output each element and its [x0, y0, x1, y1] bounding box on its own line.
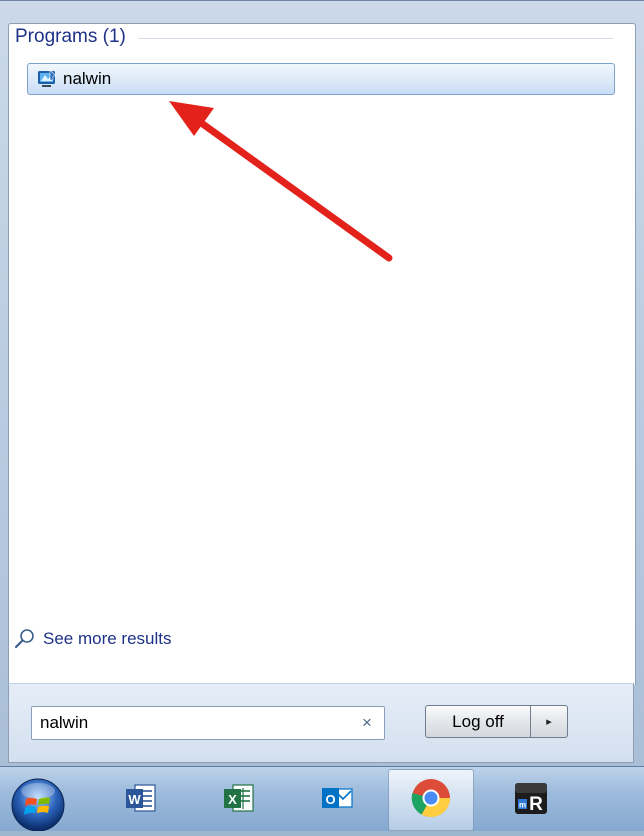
start-menu [0, 0, 644, 767]
excel-icon: X [219, 778, 259, 823]
magnifier-icon [13, 627, 37, 651]
search-box[interactable]: × [31, 706, 385, 740]
search-strip: × Log off ▸ [8, 683, 634, 763]
logoff-group: Log off ▸ [425, 705, 568, 738]
search-results-pane [8, 23, 636, 685]
log-off-button[interactable]: Log off [425, 705, 531, 738]
chrome-icon [409, 776, 453, 825]
search-input[interactable] [40, 713, 358, 733]
svg-text:W: W [128, 792, 141, 807]
windows-start-orb-icon[interactable] [8, 775, 68, 832]
svg-text:X: X [228, 792, 237, 807]
shutdown-options-arrow-icon[interactable]: ▸ [531, 705, 568, 738]
outlook-icon: O [317, 778, 357, 823]
result-item-nalwin[interactable]: nalwin [27, 63, 615, 95]
chrome-taskbar-button[interactable] [388, 769, 474, 831]
word-taskbar-button[interactable]: W [98, 769, 184, 831]
section-title: Programs (1) [15, 26, 126, 47]
see-more-label: See more results [43, 629, 172, 648]
svg-text:R: R [529, 794, 543, 815]
word-icon: W [121, 778, 161, 823]
see-more-results-link[interactable]: See more results [13, 627, 172, 651]
programs-section-header: Programs (1) [15, 25, 613, 49]
clear-search-icon[interactable]: × [358, 713, 376, 733]
taskbar: W X O m R [0, 766, 644, 832]
svg-text:m: m [519, 800, 526, 809]
nalwin-app-icon [36, 68, 58, 90]
mremoteng-taskbar-button[interactable]: m R [488, 769, 574, 831]
excel-taskbar-button[interactable]: X [196, 769, 282, 831]
mr-icon: m R [511, 778, 551, 823]
svg-text:O: O [325, 792, 335, 807]
result-label: nalwin [63, 69, 112, 88]
outlook-taskbar-button[interactable]: O [294, 769, 380, 831]
section-divider [137, 38, 613, 39]
